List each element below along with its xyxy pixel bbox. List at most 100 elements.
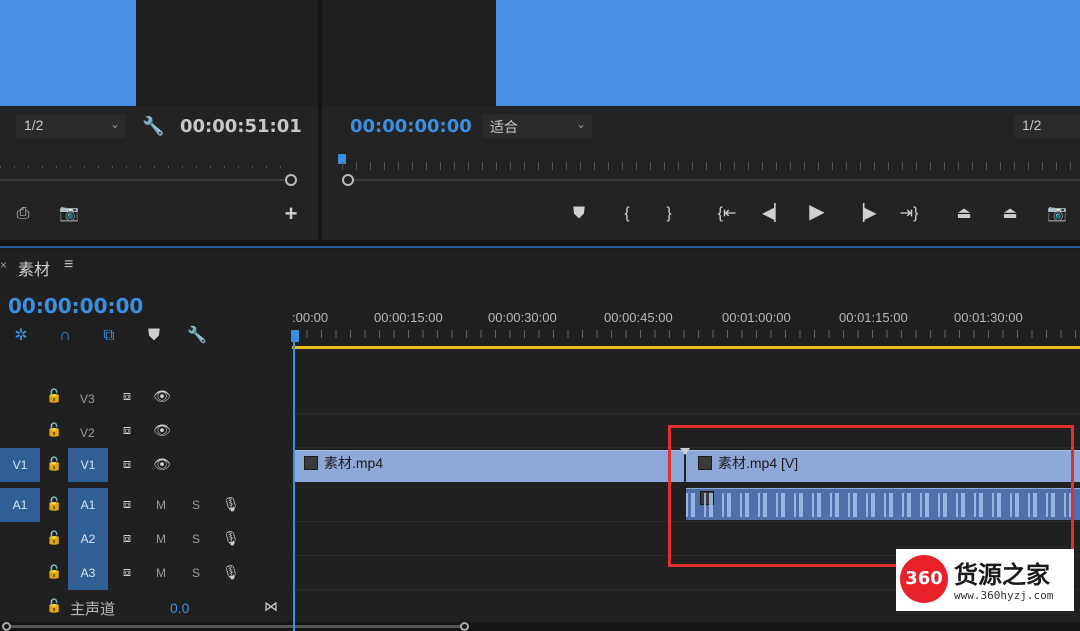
microphone-icon[interactable]: 🎙 xyxy=(222,562,240,582)
lift-icon[interactable]: ⏏ xyxy=(950,204,978,224)
lock-icon[interactable]: 🔓 xyxy=(46,562,62,582)
mute-button[interactable]: M xyxy=(156,566,166,580)
play-icon[interactable]: ▶ xyxy=(806,202,828,222)
step-forward-icon[interactable]: ▕▶ xyxy=(852,204,877,224)
ruler-label: :00:00 xyxy=(292,310,329,325)
source-zoom-handle[interactable] xyxy=(285,174,297,186)
close-tab-icon[interactable]: × xyxy=(0,258,7,272)
source-patch-v1[interactable]: V1 xyxy=(0,448,40,482)
add-marker-icon[interactable]: ⛊ xyxy=(144,326,164,346)
watermark: 360 货源之家 www.360hyzj.com xyxy=(896,549,1074,611)
source-resolution-dropdown[interactable]: 1/2 ⌄ xyxy=(16,114,126,138)
scrollbar-thumb[interactable] xyxy=(11,625,461,628)
lock-icon[interactable]: 🔓 xyxy=(46,386,62,406)
track-header-master: 🔓 主声道 0.0 ⋈ xyxy=(0,590,292,624)
source-preview-black xyxy=(136,0,318,106)
timeline-tab[interactable]: 素材 xyxy=(18,256,50,280)
sync-lock-icon[interactable]: ⧈ xyxy=(118,562,136,582)
microphone-icon[interactable]: 🎙 xyxy=(222,494,240,514)
master-volume[interactable]: 0.0 xyxy=(170,600,189,616)
sync-lock-icon[interactable]: ⧈ xyxy=(118,528,136,548)
track-header-a3: 🔓 A3 ⧈ M S 🎙 xyxy=(0,556,292,590)
eye-icon[interactable]: 👁 xyxy=(152,454,172,474)
lock-icon[interactable]: 🔓 xyxy=(46,596,62,616)
track-header-a2: 🔓 A2 ⧈ M S 🎙 xyxy=(0,522,292,556)
program-zoom-bar xyxy=(354,179,1080,181)
program-monitor: 00:00:00:00 适合 ⌄ 1/2 ⛊ { } {⇤ ◀▏ ▶ ▕▶ ⇥}… xyxy=(322,0,1080,240)
program-resolution-value: 1/2 xyxy=(1022,117,1042,133)
highlight-box xyxy=(668,425,1074,567)
plus-icon[interactable]: + xyxy=(280,203,302,225)
sync-lock-icon[interactable]: ⧈ xyxy=(118,386,136,406)
extract-icon[interactable]: ⏏ xyxy=(996,204,1024,224)
timeline-timecode[interactable]: 00:00:00:00 xyxy=(8,294,143,318)
chevron-down-icon: ⌄ xyxy=(109,117,120,131)
sync-lock-icon[interactable]: ⧈ xyxy=(118,420,136,440)
go-to-in-icon[interactable]: {⇤ xyxy=(714,204,740,224)
timeline-settings-wrench-icon[interactable]: 🔧 xyxy=(186,326,208,346)
go-to-end-icon[interactable]: ⋈ xyxy=(262,596,280,616)
track-target-a2[interactable]: A2 xyxy=(68,522,108,556)
microphone-icon[interactable]: 🎙 xyxy=(222,528,240,548)
scrollbar-end-handle[interactable] xyxy=(460,622,469,631)
solo-button[interactable]: S xyxy=(192,532,200,546)
snap-nest-icon[interactable]: ✲ xyxy=(10,326,32,346)
playhead-line[interactable] xyxy=(293,342,295,631)
program-scrub-bar[interactable] xyxy=(342,162,1080,170)
source-preview-left xyxy=(0,0,136,106)
linked-selection-icon[interactable]: ⧉ xyxy=(98,326,120,346)
lock-icon[interactable]: 🔓 xyxy=(46,528,62,548)
lock-icon[interactable]: 🔓 xyxy=(46,494,62,514)
step-back-icon[interactable]: ◀▏ xyxy=(762,204,787,224)
program-zoom-handle[interactable] xyxy=(342,174,354,186)
ruler-label: 00:01:00:00 xyxy=(722,310,791,325)
lock-icon[interactable]: 🔓 xyxy=(46,454,62,474)
insert-icon[interactable]: ⎙ xyxy=(10,204,36,224)
source-scrub-bar[interactable] xyxy=(0,160,300,172)
solo-button[interactable]: S xyxy=(192,498,200,512)
snap-icon[interactable]: ∩ xyxy=(54,326,76,346)
export-frame-icon[interactable]: 📷 xyxy=(1046,204,1068,224)
scrollbar-start-handle[interactable] xyxy=(2,622,11,631)
playhead-handle[interactable] xyxy=(291,330,299,342)
timeline-scrollbar[interactable] xyxy=(0,622,1080,631)
go-to-out-icon[interactable]: ⇥} xyxy=(896,204,922,224)
mark-out-icon[interactable]: } xyxy=(660,204,678,224)
program-timecode[interactable]: 00:00:00:00 xyxy=(350,116,472,137)
solo-button[interactable]: S xyxy=(192,566,200,580)
sync-lock-icon[interactable]: ⧈ xyxy=(118,494,136,514)
watermark-name: 货源之家 xyxy=(954,561,1050,589)
marker-icon[interactable]: ⛊ xyxy=(570,204,588,224)
lock-icon[interactable]: 🔓 xyxy=(46,420,62,440)
track-target-a3[interactable]: A3 xyxy=(68,556,108,590)
fit-dropdown[interactable]: 适合 ⌄ xyxy=(482,114,592,138)
mute-button[interactable]: M xyxy=(156,498,166,512)
source-patch-a1[interactable]: A1 xyxy=(0,488,40,522)
ruler-label: 00:00:30:00 xyxy=(488,310,557,325)
wrench-icon[interactable]: 🔧 xyxy=(142,116,164,136)
ruler-ticks xyxy=(292,330,1080,338)
sync-lock-icon[interactable]: ⧈ xyxy=(118,454,136,474)
video-clip[interactable]: 素材.mp4 xyxy=(294,450,684,482)
camera-icon[interactable]: 📷 xyxy=(58,204,80,224)
source-resolution-value: 1/2 xyxy=(24,117,44,133)
program-preview-black xyxy=(322,0,496,106)
lane-v3[interactable] xyxy=(292,380,1080,414)
master-label: 主声道 xyxy=(70,601,116,618)
time-ruler[interactable]: :00:00 00:00:15:00 00:00:30:00 00:00:45:… xyxy=(292,306,1080,346)
work-area-bar[interactable] xyxy=(292,346,1080,349)
track-header-v1: V1 🔓 V1 ⧈ 👁 xyxy=(0,448,292,482)
fit-value: 适合 xyxy=(490,119,518,135)
track-target-a1[interactable]: A1 xyxy=(68,488,108,522)
ruler-label: 00:01:15:00 xyxy=(839,310,908,325)
tab-menu-icon[interactable]: ≡ xyxy=(64,256,73,274)
eye-icon[interactable]: 👁 xyxy=(152,420,172,440)
watermark-logo: 360 xyxy=(900,555,948,603)
track-target-v1[interactable]: V1 xyxy=(68,448,108,482)
program-resolution-dropdown[interactable]: 1/2 xyxy=(1014,114,1080,138)
mute-button[interactable]: M xyxy=(156,532,166,546)
mark-in-icon[interactable]: { xyxy=(618,204,636,224)
eye-icon[interactable]: 👁 xyxy=(152,386,172,406)
track-label: V2 xyxy=(80,426,95,440)
source-timecode[interactable]: 00:00:51:01 xyxy=(180,116,302,137)
